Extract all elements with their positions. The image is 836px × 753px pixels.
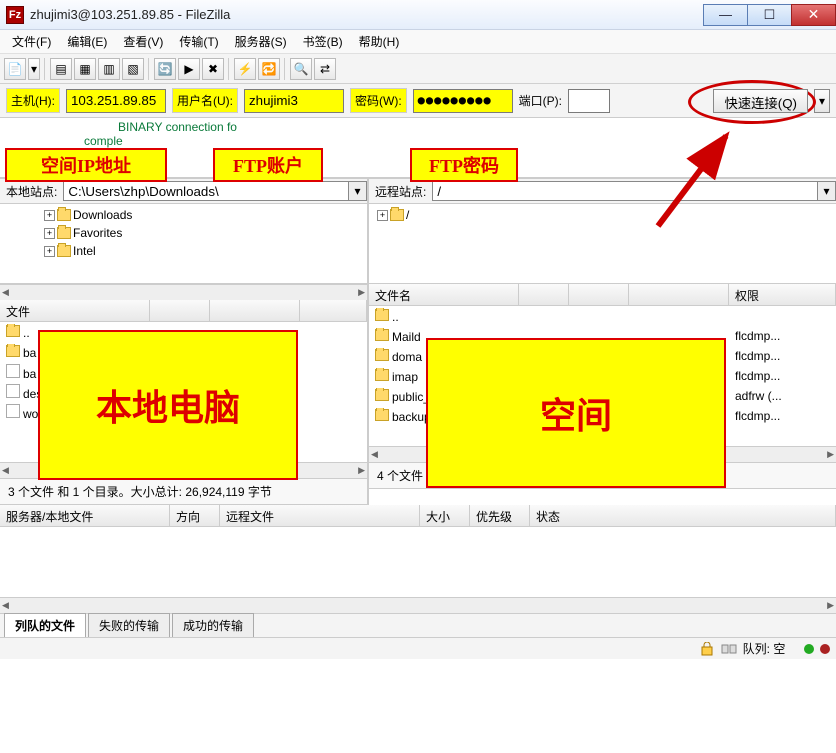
compare-icon[interactable]: ⇄ [314,58,336,80]
toolbar-separator [284,58,286,80]
menu-help[interactable]: 帮助(H) [351,31,408,52]
menu-bar: 文件(F) 编辑(E) 查看(V) 传输(T) 服务器(S) 书签(B) 帮助(… [0,30,836,54]
local-site-label: 本地站点: [0,183,63,200]
archive-icon [6,364,20,378]
log-line-1: BINARY connection focomple [118,120,237,148]
username-input[interactable] [244,89,344,113]
file-icon [6,384,20,398]
password-input[interactable]: ●●●●●●●●● [413,89,513,113]
bottom-tabs: 列队的文件 失败的传输 成功的传输 [0,613,836,637]
quickconnect-dropdown[interactable]: ▾ [814,89,830,113]
queue-body[interactable] [0,527,836,597]
process-queue-icon[interactable]: ▶ [178,58,200,80]
close-button[interactable]: ✕ [791,4,836,26]
title-bar: Fz zhujimi3@103.251.89.85 - FileZilla — … [0,0,836,30]
status-dot [820,644,830,654]
annotation-ftp-user: FTP账户 [213,148,323,182]
window-title: zhujimi3@103.251.89.85 - FileZilla [30,7,230,22]
annotation-local: 本地电脑 [38,330,298,480]
toggle-remote-icon[interactable]: ▧ [122,58,144,80]
port-label: 端口(P): [519,92,562,109]
host-input[interactable] [66,89,166,113]
menu-bookmarks[interactable]: 书签(B) [295,31,351,52]
annotation-ftp-pass: FTP密码 [410,148,518,182]
tab-queued[interactable]: 列队的文件 [4,613,86,637]
annotation-remote: 空间 [426,338,726,488]
toggle-queue-icon[interactable]: ▥ [98,58,120,80]
cancel-icon[interactable]: ✖ [202,58,224,80]
menu-transfer[interactable]: 传输(T) [171,31,226,52]
local-tree-scrollbar[interactable]: ◀▶ [0,284,367,300]
port-input[interactable] [568,89,610,113]
archive-icon [6,404,20,418]
folder-icon [390,209,404,221]
menu-view[interactable]: 查看(V) [115,31,171,52]
remote-tree[interactable]: +/ [369,204,836,284]
toolbar: 📄 ▾ ▤ ▦ ▥ ▧ 🔄 ▶ ✖ ⚡ 🔁 🔍 ⇄ [0,54,836,84]
filter-icon[interactable]: 🔍 [290,58,312,80]
password-label: 密码(W): [350,88,407,113]
network-icon [721,642,737,656]
lock-icon [699,642,715,656]
local-summary: 3 个文件 和 1 个目录。大小总计: 26,924,119 字节 [0,478,367,505]
menu-file[interactable]: 文件(F) [4,31,59,52]
username-label: 用户名(U): [172,88,238,113]
toggle-tree-icon[interactable]: ▦ [74,58,96,80]
tab-success[interactable]: 成功的传输 [172,613,254,637]
remote-site-input[interactable] [432,181,818,201]
toolbar-separator [148,58,150,80]
site-manager-icon[interactable]: 📄 [4,58,26,80]
quickconnect-bar: 主机(H): 用户名(U): 密码(W): ●●●●●●●●● 端口(P): 快… [0,84,836,118]
local-site-dropdown[interactable]: ▾ [349,181,367,201]
toolbar-separator [228,58,230,80]
remote-site-label: 远程站点: [369,183,432,200]
filezilla-icon: Fz [6,6,24,24]
toggle-log-icon[interactable]: ▤ [50,58,72,80]
reconnect-icon[interactable]: 🔁 [258,58,280,80]
minimize-button[interactable]: — [703,4,748,26]
menu-server[interactable]: 服务器(S) [227,31,295,52]
quickconnect-button[interactable]: 快速连接(Q) [713,89,808,113]
local-tree[interactable]: +Downloads +Favorites +Intel [0,204,367,284]
annotation-ip: 空间IP地址 [5,148,167,182]
disconnect-icon[interactable]: ⚡ [234,58,256,80]
status-bar: 队列: 空 [0,637,836,659]
queue-header: 服务器/本地文件 方向 远程文件 大小 优先级 状态 [0,505,836,527]
local-site-input[interactable] [63,181,349,201]
folder-icon [57,209,71,221]
folder-icon [57,227,71,239]
local-list-header: 文件 [0,300,367,322]
folder-icon [57,245,71,257]
site-dropdown-icon[interactable]: ▾ [28,58,40,80]
remote-list-header: 文件名 权限 [369,284,836,306]
tab-failed[interactable]: 失败的传输 [88,613,170,637]
remote-site-dropdown[interactable]: ▾ [818,181,836,201]
menu-edit[interactable]: 编辑(E) [59,31,115,52]
refresh-icon[interactable]: 🔄 [154,58,176,80]
host-label: 主机(H): [6,88,60,113]
queue-status: 队列: 空 [743,640,786,657]
status-dot [804,644,814,654]
maximize-button[interactable]: ☐ [747,4,792,26]
toolbar-separator [44,58,46,80]
queue-scrollbar[interactable]: ◀▶ [0,597,836,613]
